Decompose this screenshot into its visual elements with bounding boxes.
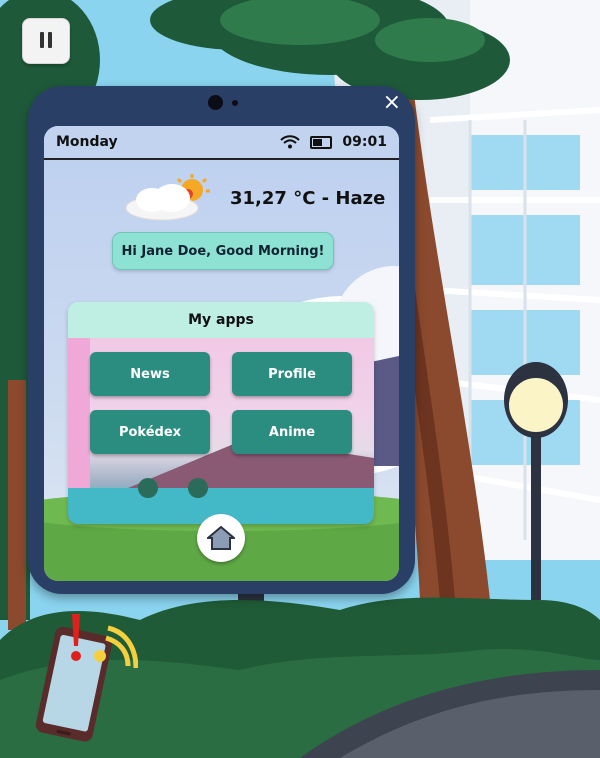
my-apps-title: My apps: [68, 302, 374, 338]
app-button-profile[interactable]: Profile: [232, 352, 352, 396]
home-button[interactable]: [197, 514, 245, 562]
status-time: 09:01: [342, 134, 387, 150]
pause-button[interactable]: [22, 18, 70, 64]
my-apps-body: News Profile Pokédex Anime: [68, 338, 374, 524]
game-scene: × Monday 09:01 31,27 °C - Haze Hi Jane D…: [0, 0, 600, 758]
battery-icon: [310, 135, 333, 149]
wifi-icon: [280, 135, 301, 149]
app-button-pokedex[interactable]: Pokédex: [90, 410, 210, 454]
camera-sensor: [232, 100, 238, 106]
weather-widget: 31,27 °C - Haze: [122, 174, 385, 222]
tablet-device: × Monday 09:01 31,27 °C - Haze Hi Jane D…: [28, 86, 415, 594]
close-icon[interactable]: ×: [383, 92, 401, 114]
app-button-news[interactable]: News: [90, 352, 210, 396]
camera-icon: [208, 95, 223, 110]
app-button-anime[interactable]: Anime: [232, 410, 352, 454]
my-apps-panel: My apps News Profile Pokédex Anime: [68, 302, 374, 524]
phone-notification-icon[interactable]: [28, 610, 138, 750]
tablet-screen: Monday 09:01 31,27 °C - Haze Hi Jane Doe…: [44, 126, 399, 581]
pause-icon: [38, 29, 54, 54]
weather-text: 31,27 °C - Haze: [230, 187, 386, 209]
status-right: 09:01: [280, 134, 387, 150]
cloud-sun-icon: [125, 174, 210, 221]
greeting-banner: Hi Jane Doe, Good Morning!: [112, 232, 334, 270]
status-day: Monday: [56, 134, 118, 150]
home-icon: [207, 526, 235, 550]
status-bar: Monday 09:01: [44, 126, 399, 160]
